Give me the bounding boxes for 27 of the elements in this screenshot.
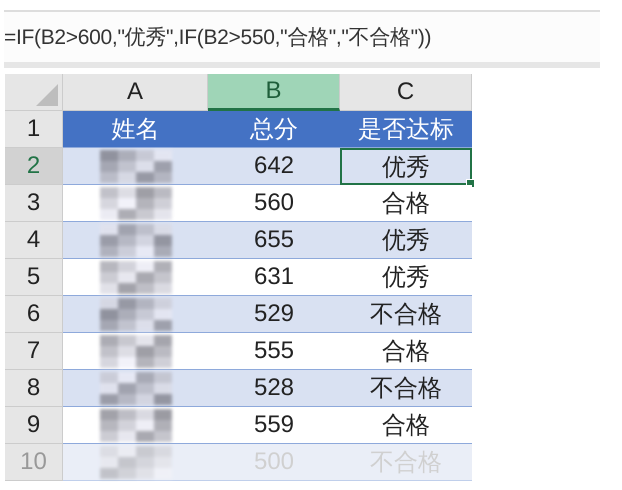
table-cell: 642 (208, 148, 340, 185)
formula-bar[interactable]: =IF(B2>600,"优秀",IF(B2>550,"合格","不合格")) (4, 10, 600, 68)
header-cell: 姓名 (63, 111, 208, 148)
header-cell: 总分 (208, 111, 340, 148)
table-cell: 529 (208, 296, 340, 333)
table-cell[interactable]: 优秀 (340, 148, 472, 185)
column-header[interactable]: B (208, 74, 340, 111)
table-cell[interactable]: 不合格 (340, 370, 472, 407)
row-number[interactable]: 6 (5, 296, 63, 333)
corner-triangle-icon (36, 84, 58, 106)
formula-text: =IF(B2>600,"优秀",IF(B2>550,"合格","不合格")) (4, 25, 432, 51)
row-number[interactable]: 4 (5, 222, 63, 259)
table-cell[interactable]: 合格 (340, 185, 472, 222)
column-header[interactable]: A (63, 74, 208, 111)
row-number[interactable]: 8 (5, 370, 63, 407)
table-cell: 655 (208, 222, 340, 259)
row-number[interactable]: 5 (5, 259, 63, 296)
row-number[interactable]: 2 (5, 148, 63, 185)
table-cell: 528 (208, 370, 340, 407)
table-cell[interactable]: 优秀 (340, 222, 472, 259)
row-number[interactable]: 9 (5, 407, 63, 444)
row-number[interactable]: 1 (5, 111, 63, 148)
column-header[interactable]: C (340, 74, 472, 111)
table-cell[interactable]: 不合格 (340, 296, 472, 333)
row-number[interactable]: 3 (5, 185, 63, 222)
header-cell: 是否达标 (340, 111, 472, 148)
row-number[interactable]: 7 (5, 333, 63, 370)
